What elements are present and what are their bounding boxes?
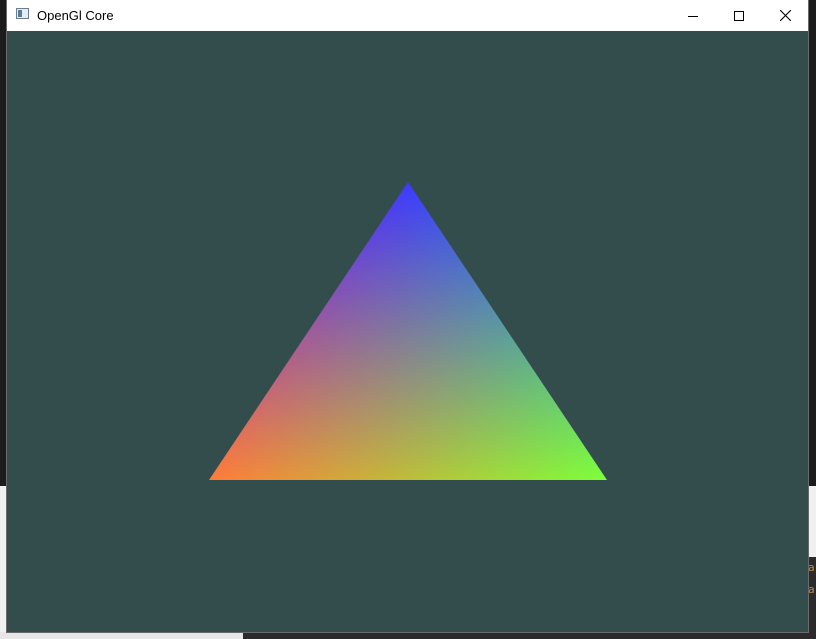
maximize-button[interactable] xyxy=(716,0,762,31)
minimize-button[interactable] xyxy=(670,0,716,31)
app-icon xyxy=(16,8,29,19)
editor-text-fragment: a a xyxy=(808,561,815,596)
triangle-blue-layer xyxy=(209,182,607,480)
render-viewport[interactable] xyxy=(7,31,808,632)
triangle xyxy=(209,182,607,480)
triangle-canvas xyxy=(209,182,607,480)
close-button[interactable] xyxy=(762,0,808,31)
title-bar[interactable]: OpenGl Core xyxy=(7,0,808,31)
maximize-icon xyxy=(734,10,744,21)
close-icon xyxy=(779,10,791,21)
background-panel xyxy=(0,632,243,639)
minimize-icon xyxy=(688,15,698,17)
window-title: OpenGl Core xyxy=(37,8,114,23)
opengl-window[interactable]: OpenGl Core xyxy=(7,0,808,632)
